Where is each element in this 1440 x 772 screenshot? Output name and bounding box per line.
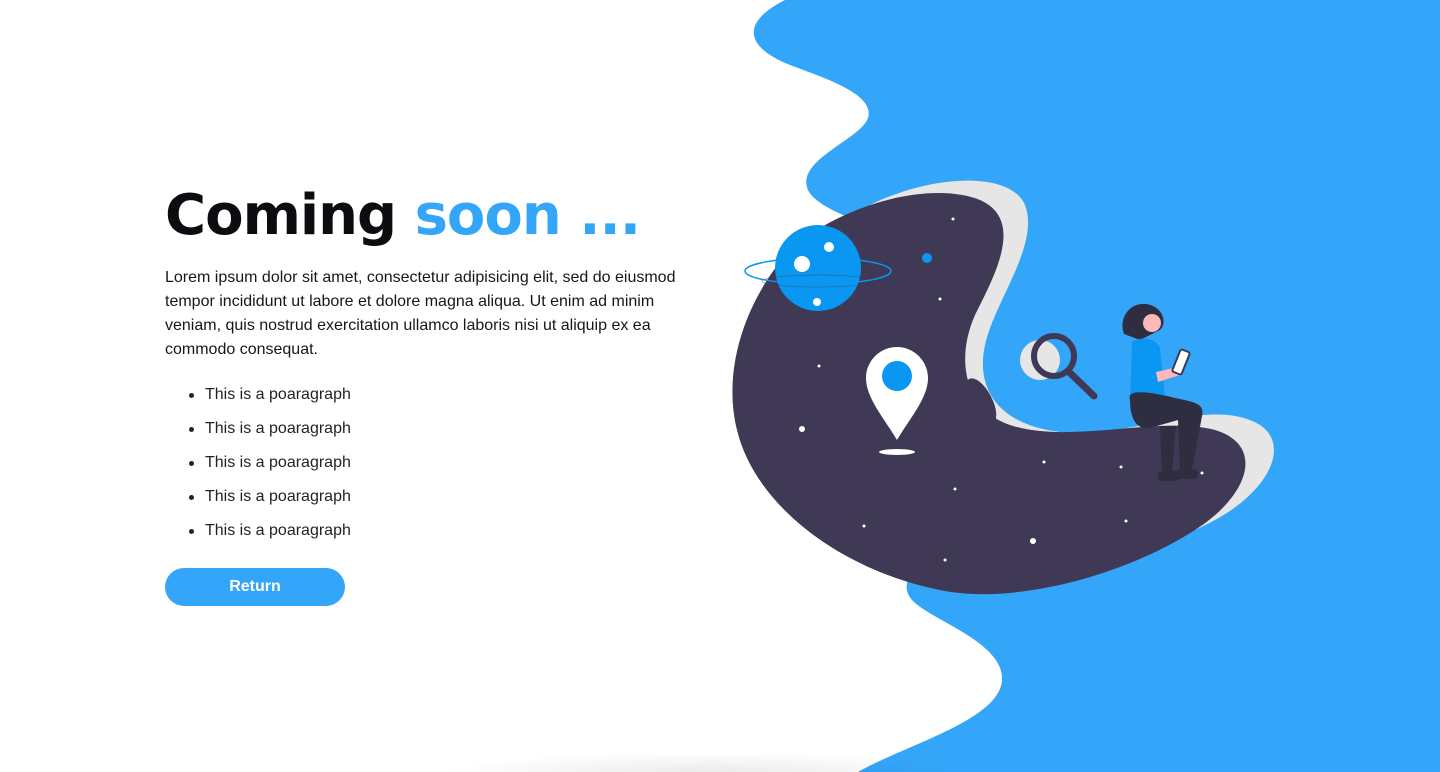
blue-dot — [922, 253, 932, 263]
bullet-list: This is a poaragraph This is a poaragrap… — [165, 383, 705, 543]
list-item: This is a poaragraph — [189, 383, 705, 407]
title-main: Coming — [165, 183, 397, 248]
description-text: Lorem ipsum dolor sit amet, consectetur … — [165, 269, 676, 358]
space-illustration — [732, 180, 1274, 595]
list-item: This is a poaragraph — [189, 519, 705, 543]
magnifier-icon — [1020, 333, 1098, 400]
page-title: Coming soon ... — [165, 184, 705, 248]
list-item: This is a poaragraph — [189, 417, 705, 441]
coming-soon-page: Coming soon ... Lorem ipsum dolor sit am… — [0, 0, 1440, 772]
list-item: This is a poaragraph — [189, 451, 705, 475]
hero-content: Coming soon ... Lorem ipsum dolor sit am… — [165, 184, 705, 606]
list-item: This is a poaragraph — [189, 485, 705, 509]
return-button[interactable]: Return — [165, 568, 345, 606]
title-accent: soon ... — [414, 183, 641, 248]
